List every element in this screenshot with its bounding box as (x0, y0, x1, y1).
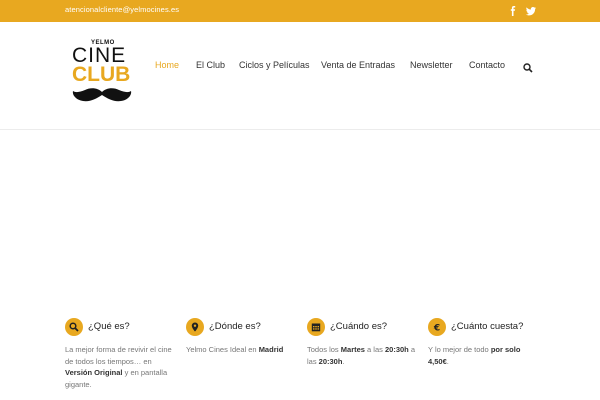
search-icon[interactable] (523, 60, 533, 73)
twitter-icon[interactable] (525, 5, 537, 17)
top-bar: atencionalcliente@yelmocines.es (0, 0, 600, 22)
feature-title: ¿Cuándo es? (330, 321, 388, 332)
euro-icon: € (428, 318, 446, 336)
feature-title: ¿Cuánto cuesta? (451, 321, 524, 332)
nav-ciclos-peliculas[interactable]: Ciclos y Películas (239, 60, 310, 70)
nav-home[interactable]: Home (155, 60, 179, 70)
logo-line2: CLUB (72, 63, 131, 86)
nav-el-club[interactable]: El Club (196, 60, 225, 70)
map-pin-icon (186, 318, 204, 336)
feature-title: ¿Qué es? (88, 321, 130, 332)
feature-description: Y lo mejor de todo por solo 4,50€. (428, 345, 521, 366)
mustache-icon (72, 88, 132, 102)
search-icon (65, 318, 83, 336)
feature-description: Yelmo Cines Ideal en Madrid (186, 345, 284, 354)
nav-venta-entradas[interactable]: Venta de Entradas (321, 60, 395, 70)
site-header: YELMO CINE CLUB Home El Club Ciclos y Pe… (0, 22, 600, 130)
calendar-icon (307, 318, 325, 336)
nav-newsletter[interactable]: Newsletter (410, 60, 453, 70)
facebook-icon[interactable] (507, 5, 519, 17)
svg-text:€: € (433, 323, 440, 332)
contact-email-link[interactable]: atencionalcliente@yelmocines.es (65, 5, 179, 14)
feature-description: Todos los Martes a las 20:30h a las 20:3… (307, 345, 416, 366)
nav-contacto[interactable]: Contacto (469, 60, 505, 70)
cine-club-logo[interactable]: YELMO CINE CLUB (70, 40, 134, 110)
feature-title: ¿Dónde es? (209, 321, 261, 332)
feature-description: La mejor forma de revivir el cine de tod… (65, 345, 172, 389)
